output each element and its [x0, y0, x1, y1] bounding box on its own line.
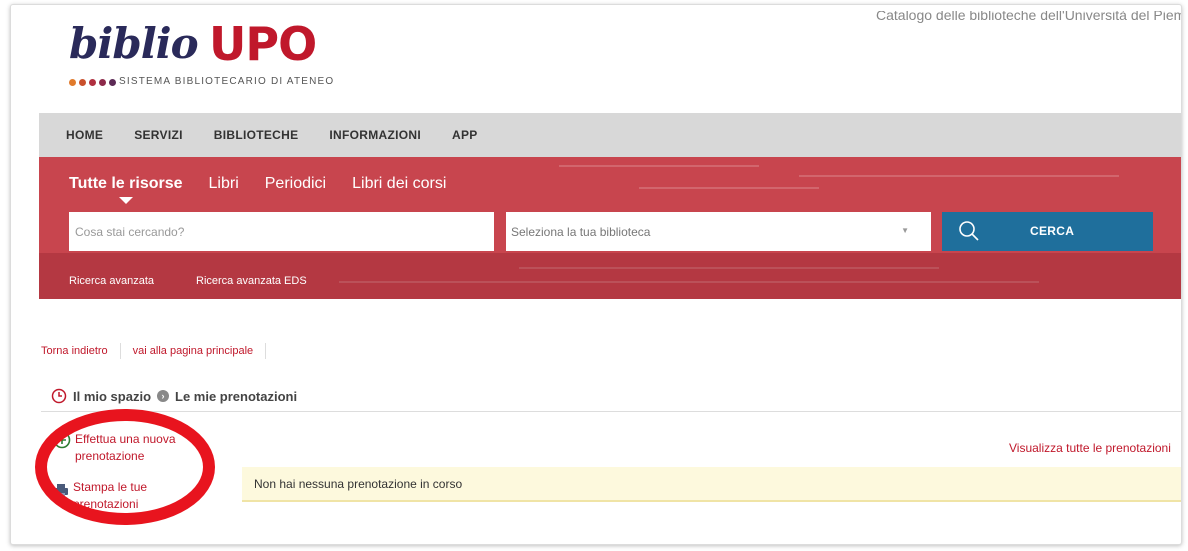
breadcrumb-divider — [265, 343, 267, 359]
breadcrumb-divider — [119, 343, 121, 359]
search-tabs: Tutte le risorse Libri Periodici Libri d… — [69, 175, 446, 204]
tab-books[interactable]: Libri — [209, 175, 239, 193]
advanced-search-link[interactable]: Ricerca avanzata — [69, 275, 154, 287]
logo-subtitle: SISTEMA BIBLIOTECARIO DI ATENEO — [119, 76, 335, 87]
back-link[interactable]: Torna indietro — [41, 345, 108, 357]
tab-all-resources[interactable]: Tutte le risorse — [69, 175, 183, 204]
clock-icon — [51, 388, 67, 404]
search-icon — [959, 221, 979, 241]
logo-word: biblio — [69, 19, 199, 68]
tab-periodicals[interactable]: Periodici — [265, 175, 326, 193]
print-line2: prenotazioni — [73, 497, 139, 511]
print-line1: Stampa le tue — [73, 480, 148, 494]
search-button[interactable]: CERCA — [942, 212, 1153, 251]
nav-home[interactable]: HOME — [66, 128, 103, 142]
nav-servizi[interactable]: SERVIZI — [134, 128, 183, 142]
search-button-label: CERCA — [1030, 224, 1075, 238]
library-select-value: Seleziona la tua biblioteca — [511, 224, 651, 239]
logo-brand: UPO — [209, 17, 317, 71]
library-select[interactable]: Seleziona la tua biblioteca ▼ — [506, 212, 931, 251]
search-hero: Tutte le risorse Libri Periodici Libri d… — [39, 157, 1181, 299]
home-page-link[interactable]: vai alla pagina principale — [133, 345, 253, 357]
section-title: Le mie prenotazioni — [175, 388, 298, 404]
tab-course-books[interactable]: Libri dei corsi — [352, 175, 446, 193]
main-nav: HOME SERVIZI BIBLIOTECHE INFORMAZIONI AP… — [39, 113, 1181, 157]
chevron-down-icon: ▼ — [901, 226, 909, 235]
catalog-title: Catalogo delle biblioteche dell'Universi… — [876, 11, 1181, 23]
browser-page: biblio UPO SISTEMA BIBLIOTECARIO DI ATEN… — [10, 4, 1182, 545]
nav-app[interactable]: APP — [452, 128, 478, 142]
view-all-bookings-link[interactable]: Visualizza tutte le prenotazioni — [1009, 441, 1181, 455]
divider — [41, 411, 1181, 412]
logo-dots — [69, 79, 116, 86]
empty-bookings-notice: Non hai nessuna prenotazione in corso — [242, 467, 1181, 502]
search-input[interactable]: Cosa stai cercando? — [69, 212, 494, 251]
new-booking-line2: prenotazione — [75, 449, 145, 463]
print-bookings-link[interactable]: Stampa le tue prenotazioni — [53, 479, 147, 513]
page-title: Il mio spazio › Le mie prenotazioni — [51, 388, 297, 404]
nav-informazioni[interactable]: INFORMAZIONI — [329, 128, 421, 142]
breadcrumb: Torna indietro vai alla pagina principal… — [41, 343, 278, 359]
section-prefix[interactable]: Il mio spazio — [73, 389, 151, 404]
new-booking-link[interactable]: Effettua una nuova prenotazione — [53, 431, 176, 465]
plus-circle-icon — [53, 431, 71, 449]
chevron-right-icon: › — [157, 390, 170, 402]
printer-icon — [54, 484, 68, 498]
new-booking-line1: Effettua una nuova — [75, 432, 176, 446]
advanced-search-eds-link[interactable]: Ricerca avanzata EDS — [196, 275, 307, 287]
nav-biblioteche[interactable]: BIBLIOTECHE — [214, 128, 299, 142]
site-logo[interactable]: biblio UPO SISTEMA BIBLIOTECARIO DI ATEN… — [69, 17, 369, 87]
